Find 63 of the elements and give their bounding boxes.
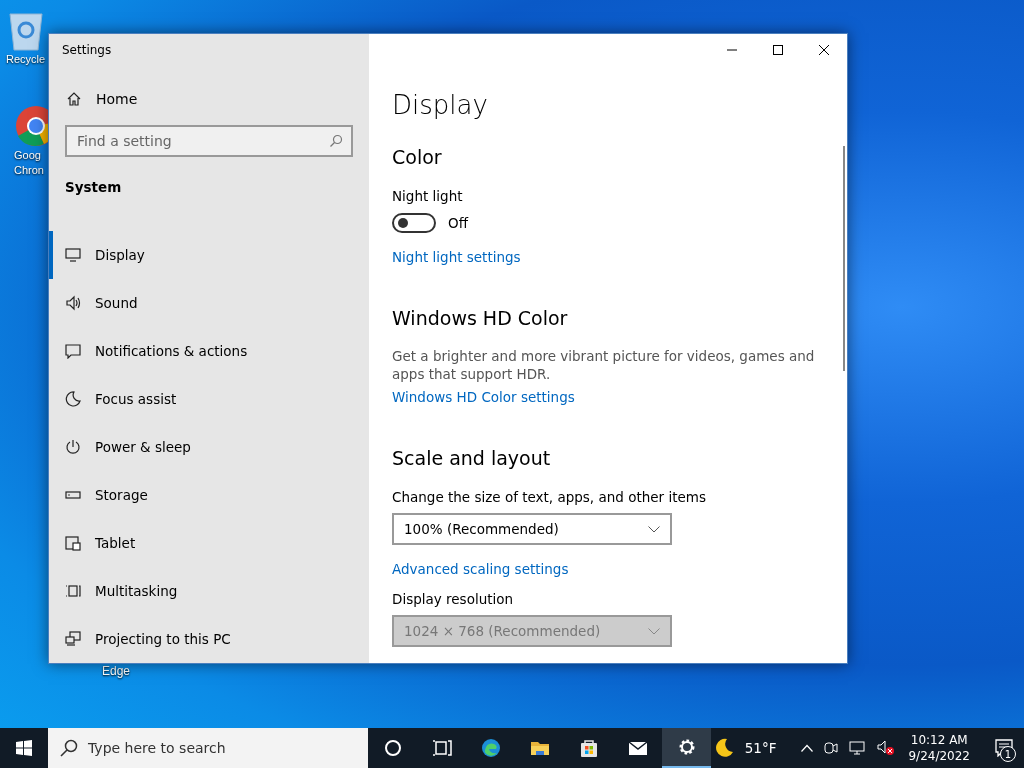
monitor-icon: [65, 247, 81, 263]
sidebar-item[interactable]: Tablet: [49, 519, 369, 567]
notification-button[interactable]: 1: [984, 728, 1024, 768]
minimize-icon: [727, 49, 737, 51]
maximize-icon: [773, 45, 783, 55]
home-icon: [66, 90, 82, 107]
settings-link[interactable]: Windows HD Color settings: [392, 389, 575, 405]
time-text: 10:12 AM: [910, 732, 968, 748]
section-heading: Scale and layout: [392, 447, 552, 471]
chevron-up-icon[interactable]: [801, 744, 814, 752]
sidebar-item[interactable]: Power & sleep: [49, 423, 369, 471]
section-heading: Windows HD Color: [392, 307, 569, 331]
dropdown[interactable]: 100% (Recommended): [392, 513, 672, 545]
sidebar-item[interactable]: Multitasking: [49, 567, 369, 615]
sidebar-item[interactable]: Storage: [49, 471, 369, 519]
scrollbar[interactable]: [843, 146, 845, 371]
muted-speaker-icon[interactable]: [877, 740, 896, 756]
chevron-down-icon: [648, 525, 660, 533]
camera-icon[interactable]: [823, 740, 840, 756]
section-heading: System: [64, 178, 123, 197]
browser-swirl-icon: [480, 738, 501, 758]
circle-icon: [382, 738, 403, 758]
sidebar-item[interactable]: Projecting to this PC: [49, 615, 369, 663]
date-text: 9/24/2022: [908, 748, 970, 764]
search-icon: [60, 739, 78, 757]
speech-bubble-icon: [65, 343, 81, 359]
setting-label: Display resolution: [392, 591, 515, 607]
settings-link[interactable]: Advanced scaling settings: [392, 561, 569, 577]
tablet-icon: [65, 535, 81, 551]
settings-link[interactable]: Night light settings: [392, 249, 521, 265]
window-title: Settings: [61, 42, 113, 59]
shopping-bag-icon: [578, 738, 599, 758]
search-icon: [329, 134, 343, 148]
sidebar-item[interactable]: Sound: [49, 279, 369, 327]
chevron-down-icon: [648, 627, 660, 635]
screens-icon: [65, 631, 81, 647]
clock[interactable]: 10:12 AM 9/24/2022: [908, 732, 970, 764]
moon-icon: [65, 391, 81, 407]
toggle-switch[interactable]: [392, 213, 436, 233]
taskbar-search-field[interactable]: Type here to search: [48, 728, 368, 768]
home-link[interactable]: Home: [49, 70, 369, 113]
page-title: Display: [392, 90, 489, 122]
description-text: Get a brighter and more vibrant picture for videos, games and apps that support HDR.: [392, 347, 816, 383]
speaker-icon: [65, 295, 81, 311]
windows-logo-icon: [16, 740, 32, 756]
windows-icon: [65, 583, 81, 599]
power-icon: [65, 439, 81, 455]
setting-label: Night light: [392, 188, 464, 204]
toggle-state: Off: [448, 215, 468, 231]
notification-count: 1: [1000, 746, 1016, 762]
setting-label: Change the size of text, apps, and other items: [392, 489, 707, 505]
sidebar-item[interactable]: Notifications & actions: [49, 327, 369, 375]
task-view-icon: [431, 738, 452, 758]
search-field[interactable]: Find a setting: [65, 125, 353, 157]
temperature-text[interactable]: 51°F: [744, 740, 777, 756]
desktop-icon-label[interactable]: Goog Chron: [14, 148, 44, 178]
sidebar-item[interactable]: Focus assist: [49, 375, 369, 423]
section-heading: Color: [392, 146, 443, 170]
taskbar-app-button[interactable]: [662, 728, 711, 768]
network-icon[interactable]: [849, 740, 868, 756]
desktop-icon-label[interactable]: Recycle: [6, 52, 46, 67]
close-icon: [819, 45, 829, 55]
message-icon: [995, 739, 1013, 757]
